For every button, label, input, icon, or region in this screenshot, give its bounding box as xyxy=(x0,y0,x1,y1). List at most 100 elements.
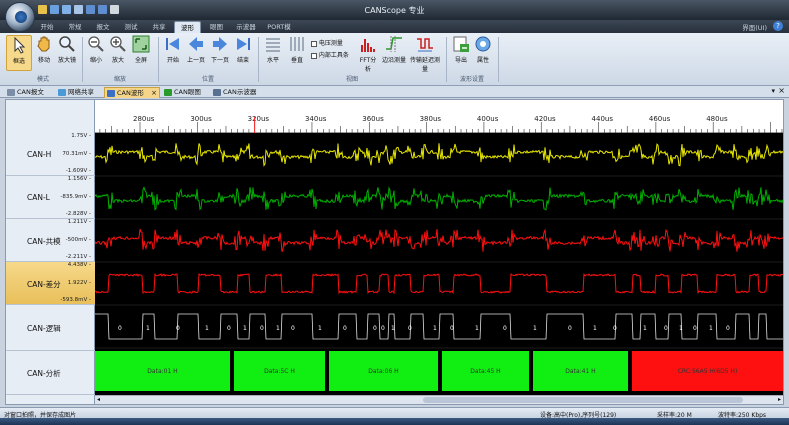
lane-label-0[interactable]: CAN-H 1.75V - 70.31mV - -1.609V - xyxy=(6,133,95,176)
close-tab-icon[interactable]: × xyxy=(151,88,157,99)
waveform-differential xyxy=(94,272,784,295)
fullscreen-button[interactable]: 全屏 xyxy=(130,35,152,71)
document-tab-bar: ▾ × CAN报文 网络共享 CAN波形 × CAN眼图 CAN示波器 xyxy=(0,86,789,98)
doc-tab-4[interactable]: CAN示波器 xyxy=(211,87,265,98)
waveform-can-l xyxy=(94,186,784,211)
title-bar: CANScope 专业 xyxy=(0,0,789,20)
delay-measure-button[interactable]: 传输延迟测量 xyxy=(408,35,442,73)
lane-scale-top: 1.211V - xyxy=(67,219,91,225)
logic-bit-label: 0 xyxy=(118,325,122,332)
export-button[interactable]: 导出 xyxy=(451,35,471,71)
lane-scale-mid: -500mV - xyxy=(65,236,91,243)
time-ruler-svg: 280us 300us 320us 340us 360us 380us 400us 420us… xyxy=(99,115,783,133)
app-menu-button[interactable] xyxy=(5,2,35,32)
vertical-button[interactable]: 垂直 xyxy=(287,35,307,71)
lane-label-5[interactable]: CAN-分析 xyxy=(6,351,95,395)
ribbon-tab-5[interactable]: 波形 xyxy=(174,21,201,33)
volt-measure-checkbox[interactable]: 电压测量 xyxy=(311,38,355,47)
hand-icon xyxy=(35,35,53,53)
doc-tab-1[interactable]: 网络共享 xyxy=(56,87,102,98)
move-button[interactable]: 移动 xyxy=(34,35,54,71)
zoom-in-button[interactable]: 放大 xyxy=(108,35,128,71)
arrow-left-icon xyxy=(187,35,205,53)
close-icon[interactable]: × xyxy=(778,86,785,95)
logic-bit-label: 0 xyxy=(381,325,385,332)
lane-scale-mid: 70.31mV - xyxy=(62,150,91,157)
logic-bit-label: 0 xyxy=(664,325,668,332)
ruler-tick-label: 380us xyxy=(420,115,442,123)
lane-scale-bottom: -2.211V - xyxy=(65,254,91,260)
ruler-tick-label: 300us xyxy=(190,115,212,123)
lane-label-4[interactable]: CAN-逻辑 xyxy=(6,305,95,351)
lane-label-2[interactable]: CAN-共模 1.211V - -500mV - -2.211V - xyxy=(6,219,95,262)
waveform-plot[interactable]: 0 1 0 1 0 1 0 1 0 1 0 0 0 1 0 1 0 1 0 1 0 1 0 1 0 1 0 1 0 Data:01 H Da… xyxy=(94,133,784,395)
scrollbar-thumb[interactable] xyxy=(423,397,743,403)
magnifier-icon xyxy=(58,35,76,53)
scroll-right-icon[interactable]: ▸ xyxy=(778,396,781,403)
divider xyxy=(446,37,447,82)
lane-scale-mid: 1.922V - xyxy=(67,279,91,286)
logic-bit-label: 0 xyxy=(693,325,697,332)
lane-label-3[interactable]: CAN-差分 4.438V - 1.922V - -593.8mV - xyxy=(6,262,95,305)
horizontal-button[interactable]: 水平 xyxy=(263,35,283,71)
logic-bit-label: 1 xyxy=(709,325,713,332)
logic-bit-label: 1 xyxy=(276,325,280,332)
fft-button[interactable]: FFT分析 xyxy=(357,35,379,73)
window-title: CANScope 专业 xyxy=(364,6,425,15)
internal-tools-checkbox[interactable]: 内部工具条 xyxy=(311,50,357,59)
logic-bit-label: 0 xyxy=(568,325,572,332)
arrow-right-icon xyxy=(211,35,229,53)
lane-label-1[interactable]: CAN-L 1.156V - -835.9mV - -2.828V - xyxy=(6,176,95,219)
tab-icon xyxy=(58,89,66,96)
tab-list-dropdown-icon[interactable]: ▾ xyxy=(771,87,775,95)
checkbox-icon xyxy=(311,40,317,47)
skin-menu[interactable]: 界面(UI) xyxy=(742,22,767,32)
prev-page-button[interactable]: 上一页 xyxy=(185,35,207,71)
select-button[interactable]: 框选 xyxy=(6,35,32,71)
ribbon-tab-7[interactable]: 示波器 xyxy=(232,21,260,33)
help-icon[interactable]: ? xyxy=(773,21,783,31)
ruler-tick-label: 480us xyxy=(706,115,728,123)
properties-button[interactable]: 属性 xyxy=(473,35,493,71)
logic-bit-label: 0 xyxy=(450,325,454,332)
cursor-icon xyxy=(10,36,28,54)
lane-scale-top: 4.438V - xyxy=(67,262,91,268)
ruler-tick-label: 460us xyxy=(649,115,671,123)
horizontal-scrollbar[interactable]: ◂ ▸ xyxy=(95,395,783,404)
doc-tab-2[interactable]: CAN波形 × xyxy=(104,87,160,98)
ribbon-tab-3[interactable]: 测试 xyxy=(118,21,144,33)
channel-label-panel: CAN-H 1.75V - 70.31mV - -1.609V - CAN-L 1.156… xyxy=(6,100,95,404)
divider xyxy=(258,37,259,82)
end-button[interactable]: 结束 xyxy=(233,35,253,71)
logic-bit-label: 0 xyxy=(408,325,412,332)
lane-scale-mid: -835.9mV - xyxy=(60,193,91,200)
doc-tab-3[interactable]: CAN眼图 xyxy=(162,87,209,98)
logic-bit-label: 1 xyxy=(475,325,479,332)
waveform-workspace: CAN-H 1.75V - 70.31mV - -1.609V - CAN-L 1.156… xyxy=(5,99,784,405)
ribbon-tab-6[interactable]: 眼图 xyxy=(203,21,230,33)
magnifier-button[interactable]: 放大镜 xyxy=(56,35,78,71)
analysis-segment-label: CRC:56A5 H(6D5 H) xyxy=(678,368,738,375)
group-label-view: 视图 xyxy=(345,76,358,83)
tab-icon xyxy=(213,89,221,96)
scroll-left-icon[interactable]: ◂ xyxy=(97,396,100,403)
ribbon-tab-2[interactable]: 报文 xyxy=(90,21,116,33)
divider xyxy=(82,37,83,82)
os-taskbar xyxy=(0,418,789,425)
start-button[interactable]: 开始 xyxy=(163,35,183,71)
edge-measure-button[interactable]: 边沿测量 xyxy=(381,35,407,71)
ruler-tick-label: 360us xyxy=(362,115,384,123)
delay-measure-icon xyxy=(416,35,434,53)
zoom-in-icon xyxy=(109,35,127,53)
ribbon-tab-8[interactable]: PORT模 xyxy=(262,21,296,33)
group-label-position: 位置 xyxy=(201,76,214,83)
doc-tab-0[interactable]: CAN报文 xyxy=(5,87,53,98)
ribbon-tab-1[interactable]: 常规 xyxy=(62,21,88,33)
next-page-button[interactable]: 下一页 xyxy=(209,35,231,71)
ribbon-tab-0[interactable]: 开始 xyxy=(34,21,60,33)
ribbon-tab-4[interactable]: 共享 xyxy=(146,21,172,33)
zoom-out-button[interactable]: 缩小 xyxy=(86,35,106,71)
logic-bit-label: 0 xyxy=(343,325,347,332)
logic-bit-label: 1 xyxy=(593,325,597,332)
ribbon: 框选 移动 放大镜 模式 缩小 放大 全屏 缩放 开始 上一页 下一页 结束 位… xyxy=(0,33,789,86)
